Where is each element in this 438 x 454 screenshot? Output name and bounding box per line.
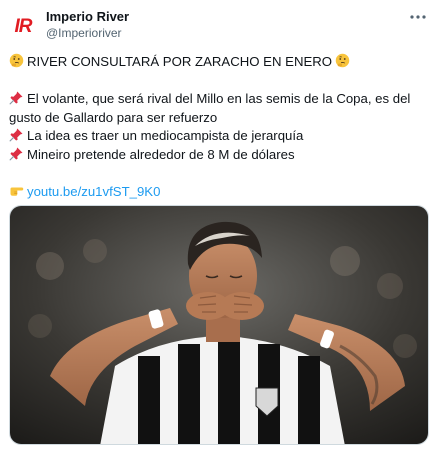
youtube-link[interactable]: youtu.be/zu1vfST_9K0 bbox=[27, 184, 160, 199]
user-handle[interactable]: @Imperioriver bbox=[46, 26, 122, 40]
avatar[interactable]: IR bbox=[9, 12, 37, 40]
football-player-photo bbox=[10, 206, 428, 444]
link-line: youtu.be/zu1vfST_9K0 bbox=[9, 183, 429, 202]
thinking-face-icon bbox=[9, 53, 24, 68]
display-name[interactable]: Imperio River bbox=[46, 9, 129, 24]
backhand-index-pointing-right-icon bbox=[10, 187, 24, 196]
headline: RIVER CONSULTARÁ POR ZARACHO EN ENERO bbox=[27, 54, 333, 69]
headline-line: RIVER CONSULTARÁ POR ZARACHO EN ENERO bbox=[9, 53, 429, 72]
more-options-button[interactable] bbox=[407, 8, 429, 26]
thinking-face-icon bbox=[335, 53, 350, 68]
paragraph-2: La idea es traer un mediocampista de jer… bbox=[9, 127, 429, 146]
pushpin-icon bbox=[9, 128, 23, 142]
pushpin-icon bbox=[9, 147, 23, 161]
paragraph-3: Mineiro pretende alrededor de 8 M de dól… bbox=[9, 146, 429, 165]
tweet-card[interactable]: IR Imperio River @Imperioriver RIVER CON… bbox=[0, 0, 438, 454]
more-horizontal-icon bbox=[410, 15, 426, 19]
tweet-media-image[interactable] bbox=[9, 205, 429, 445]
tweet-text: RIVER CONSULTARÁ POR ZARACHO EN ENERO El… bbox=[9, 53, 429, 202]
pushpin-icon bbox=[9, 91, 23, 105]
paragraph-1: El volante, que será rival del Millo en … bbox=[9, 91, 411, 125]
avatar-logo: IR bbox=[14, 15, 33, 37]
